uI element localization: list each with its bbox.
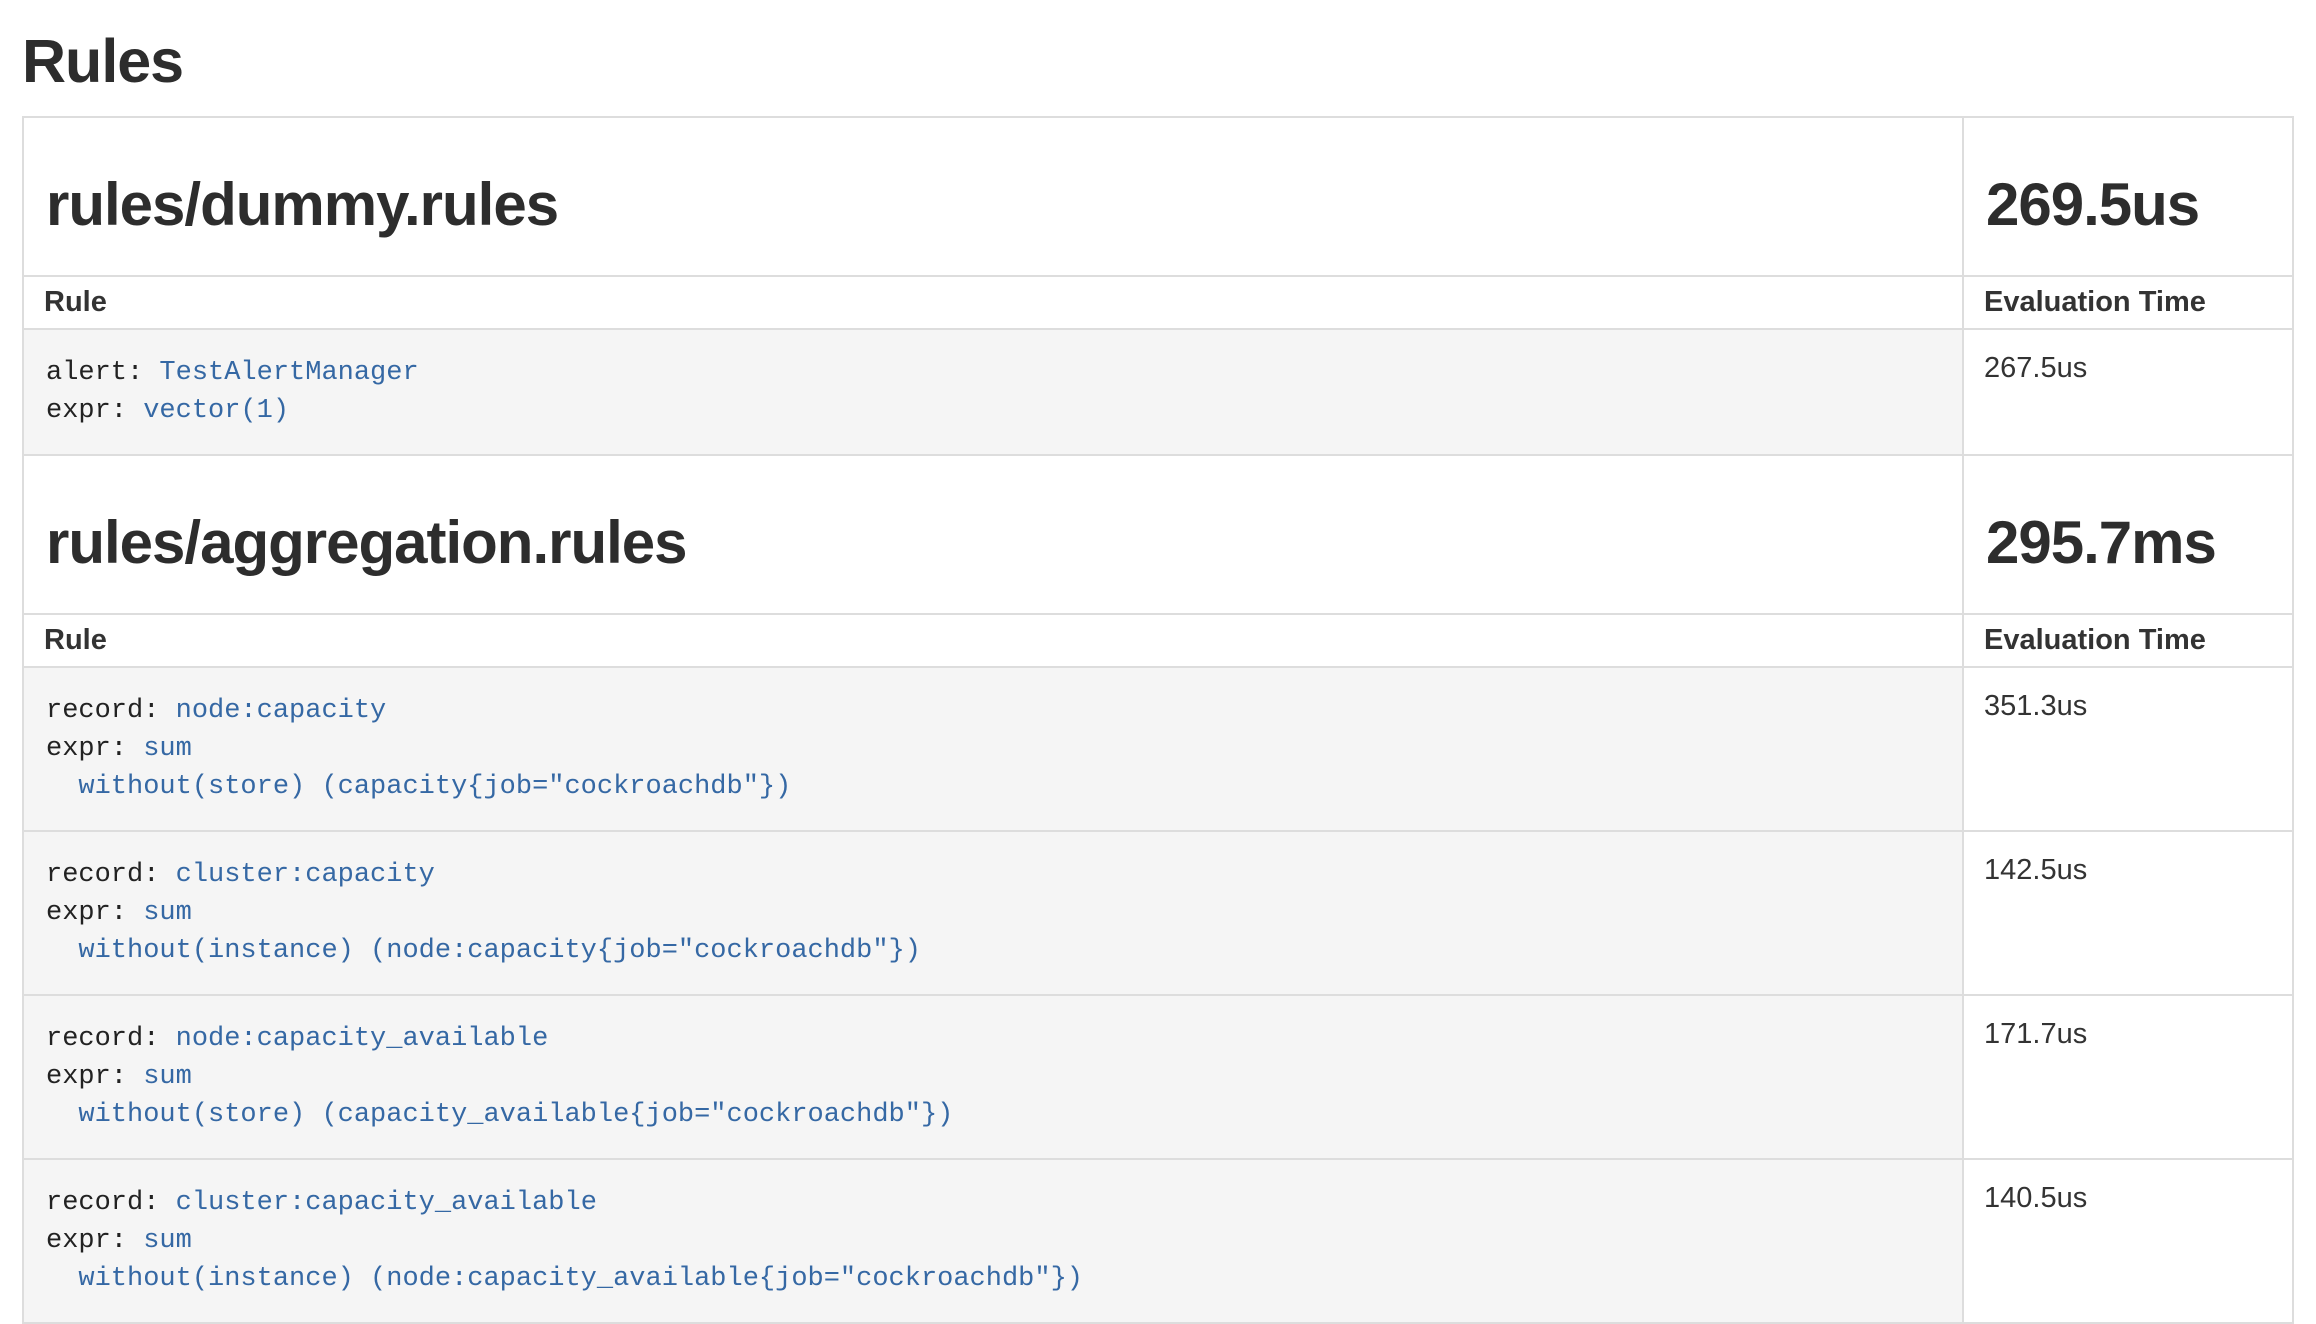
column-header-row: RuleEvaluation Time: [23, 276, 2293, 329]
rule-column-header: Rule: [23, 276, 1963, 329]
rule-expression-link[interactable]: node:capacity: [176, 696, 387, 726]
evaluation-time-column-header: Evaluation Time: [1963, 614, 2293, 667]
rule-group-header-row: rules/dummy.rules 269.5us: [23, 117, 2293, 276]
rule-code: record: node:capacity_available expr: su…: [46, 1020, 1940, 1134]
rule-expression-link[interactable]: sum without(instance) (node:capacity{job…: [46, 898, 921, 966]
rule-group-name-cell: rules/dummy.rules: [23, 117, 1963, 276]
rule-evaluation-time: 140.5us: [1963, 1159, 2293, 1323]
table-row: record: cluster:capacity_available expr:…: [23, 1159, 2293, 1323]
table-row: record: node:capacity_available expr: su…: [23, 995, 2293, 1159]
rule-group-evaluation-time: 269.5us: [1986, 170, 2270, 239]
rule-evaluation-time: 351.3us: [1963, 667, 2293, 831]
rule-group-name-cell: rules/aggregation.rules: [23, 455, 1963, 614]
table-row: alert: TestAlertManager expr: vector(1) 2…: [23, 329, 2293, 455]
rule-code: alert: TestAlertManager expr: vector(1): [46, 354, 1940, 430]
rule-expression-link[interactable]: cluster:capacity: [176, 860, 435, 890]
rule-group-header-row: rules/aggregation.rules 295.7ms: [23, 455, 2293, 614]
rule-expression-link[interactable]: cluster:capacity_available: [176, 1188, 597, 1218]
rule-cell: record: node:capacity_available expr: su…: [23, 995, 1963, 1159]
rule-column-header: Rule: [23, 614, 1963, 667]
page-title: Rules: [22, 26, 2294, 96]
rule-expression-link[interactable]: sum without(store) (capacity{job="cockro…: [46, 734, 791, 802]
column-header-row: RuleEvaluation Time: [23, 614, 2293, 667]
rule-expression-link[interactable]: sum without(instance) (node:capacity_ava…: [46, 1226, 1083, 1294]
rule-code-label: record:: [46, 1024, 159, 1054]
rule-evaluation-time: 267.5us: [1963, 329, 2293, 455]
rule-evaluation-time: 171.7us: [1963, 995, 2293, 1159]
rule-code: record: node:capacity expr: sum without(…: [46, 692, 1940, 806]
rules-table: rules/dummy.rules269.5usRuleEvaluation T…: [22, 116, 2294, 1324]
rule-code-label: alert:: [46, 358, 143, 388]
rule-code-label: record:: [46, 860, 159, 890]
rule-code-label: expr:: [46, 898, 127, 928]
rule-code-label: expr:: [46, 396, 127, 426]
rule-expression-link[interactable]: vector(1): [143, 396, 289, 426]
rule-code: record: cluster:capacity expr: sum witho…: [46, 856, 1940, 970]
rule-expression-link[interactable]: node:capacity_available: [176, 1024, 549, 1054]
rule-cell: record: node:capacity expr: sum without(…: [23, 667, 1963, 831]
rule-group-evaluation-time: 295.7ms: [1986, 508, 2270, 577]
evaluation-time-column-header: Evaluation Time: [1963, 276, 2293, 329]
rule-evaluation-time: 142.5us: [1963, 831, 2293, 995]
rule-cell: alert: TestAlertManager expr: vector(1): [23, 329, 1963, 455]
rules-page: Rules rules/dummy.rules269.5usRuleEvalua…: [0, 26, 2316, 1324]
rule-code-label: record:: [46, 1188, 159, 1218]
rule-cell: record: cluster:capacity expr: sum witho…: [23, 831, 1963, 995]
rule-group-name: rules/dummy.rules: [46, 170, 1940, 239]
rule-expression-link[interactable]: sum without(store) (capacity_available{j…: [46, 1062, 953, 1130]
rule-cell: record: cluster:capacity_available expr:…: [23, 1159, 1963, 1323]
rule-code-label: expr:: [46, 734, 127, 764]
rule-code-label: expr:: [46, 1226, 127, 1256]
rule-code-label: expr:: [46, 1062, 127, 1092]
rule-group-evaluation-time-cell: 295.7ms: [1963, 455, 2293, 614]
rule-group-evaluation-time-cell: 269.5us: [1963, 117, 2293, 276]
rule-group-name: rules/aggregation.rules: [46, 508, 1940, 577]
table-row: record: node:capacity expr: sum without(…: [23, 667, 2293, 831]
rule-code-label: record:: [46, 696, 159, 726]
rule-expression-link[interactable]: TestAlertManager: [159, 358, 418, 388]
rule-code: record: cluster:capacity_available expr:…: [46, 1184, 1940, 1298]
table-row: record: cluster:capacity expr: sum witho…: [23, 831, 2293, 995]
